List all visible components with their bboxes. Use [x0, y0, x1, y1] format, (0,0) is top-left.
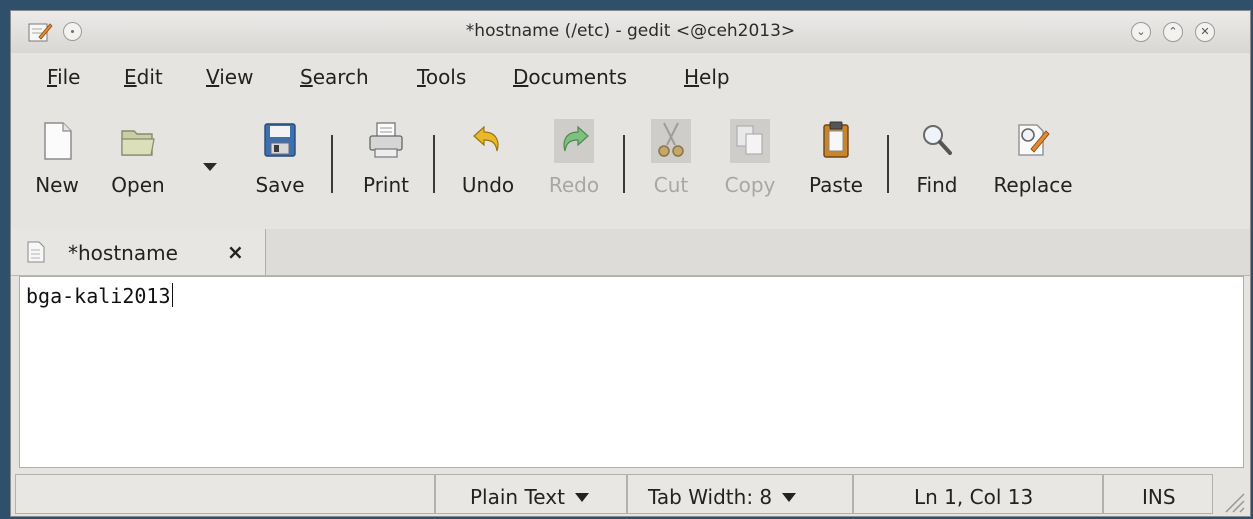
toolbar-separator — [887, 135, 889, 193]
dropdown-arrow-icon — [574, 493, 589, 502]
redo-button[interactable]: Redo — [539, 113, 609, 213]
open-button[interactable]: Open — [103, 113, 173, 213]
redo-arrow-icon — [554, 119, 594, 163]
menu-help[interactable]: Help — [684, 65, 730, 89]
menu-edit[interactable]: Edit — [124, 65, 163, 89]
title-bar[interactable]: *hostname (/etc) - gedit <@ceh2013> ⌄ ⌃ … — [11, 11, 1250, 54]
dropdown-arrow-icon — [782, 493, 797, 502]
menu-search[interactable]: Search — [300, 65, 369, 89]
find-replace-icon — [1018, 124, 1050, 156]
save-button[interactable]: Save — [247, 113, 313, 213]
maximize-button[interactable]: ⌃ — [1163, 22, 1183, 42]
menu-documents[interactable]: Documents — [513, 65, 627, 89]
undo-button[interactable]: Undo — [455, 113, 521, 213]
cut-button[interactable]: Cut — [641, 113, 701, 213]
toolbar-separator — [331, 135, 333, 193]
tab-width-selector[interactable]: Tab Width: 8 — [627, 474, 853, 514]
toolbar: New Open Save Print Undo Redo Cut Copy P… — [11, 99, 1250, 230]
scissors-icon — [651, 119, 691, 163]
folder-icon — [121, 130, 155, 156]
magnifier-icon — [923, 125, 952, 155]
find-button[interactable]: Find — [907, 113, 967, 213]
clipboard-icon — [823, 121, 849, 158]
status-message-area — [15, 474, 435, 514]
printer-icon — [369, 122, 403, 158]
text-editor-area[interactable]: bga-kali2013 — [19, 276, 1244, 468]
insert-mode: INS — [1103, 474, 1213, 514]
toolbar-separator — [623, 135, 625, 193]
new-button[interactable]: New — [27, 113, 87, 213]
cursor-position: Ln 1, Col 13 — [853, 474, 1103, 514]
tab-hostname[interactable]: *hostname × — [11, 229, 266, 275]
text-cursor — [171, 283, 173, 307]
menu-view[interactable]: View — [206, 65, 253, 89]
minimize-button[interactable]: ⌄ — [1131, 22, 1151, 42]
open-recent-dropdown-icon[interactable] — [201, 161, 219, 173]
status-bar: Plain Text Tab Width: 8 Ln 1, Col 13 INS — [11, 470, 1250, 516]
menu-file[interactable]: File — [47, 65, 80, 89]
language-selector[interactable]: Plain Text — [435, 474, 627, 514]
print-button[interactable]: Print — [353, 113, 419, 213]
menu-tools[interactable]: Tools — [417, 65, 466, 89]
document-tab-bar: *hostname × — [11, 229, 1250, 276]
new-document-icon — [44, 122, 72, 160]
undo-arrow-icon — [473, 125, 499, 152]
paste-button[interactable]: Paste — [801, 113, 871, 213]
copy-button[interactable]: Copy — [715, 113, 785, 213]
floppy-disk-icon — [264, 123, 296, 157]
close-tab-icon[interactable]: × — [227, 240, 244, 264]
tab-label: *hostname — [68, 241, 178, 265]
text-file-icon — [27, 241, 45, 263]
editor-content: bga-kali2013 — [26, 283, 173, 308]
copy-icon — [730, 119, 770, 163]
toolbar-separator — [433, 135, 435, 193]
window-title: *hostname (/etc) - gedit <@ceh2013> — [465, 21, 796, 41]
close-window-button[interactable]: ✕ — [1195, 22, 1215, 42]
resize-grip-icon[interactable] — [1220, 488, 1246, 514]
gedit-window: *hostname (/etc) - gedit <@ceh2013> ⌄ ⌃ … — [10, 10, 1251, 517]
replace-button[interactable]: Replace — [983, 113, 1083, 213]
menu-bar: File Edit View Search Tools Documents He… — [11, 53, 1250, 99]
